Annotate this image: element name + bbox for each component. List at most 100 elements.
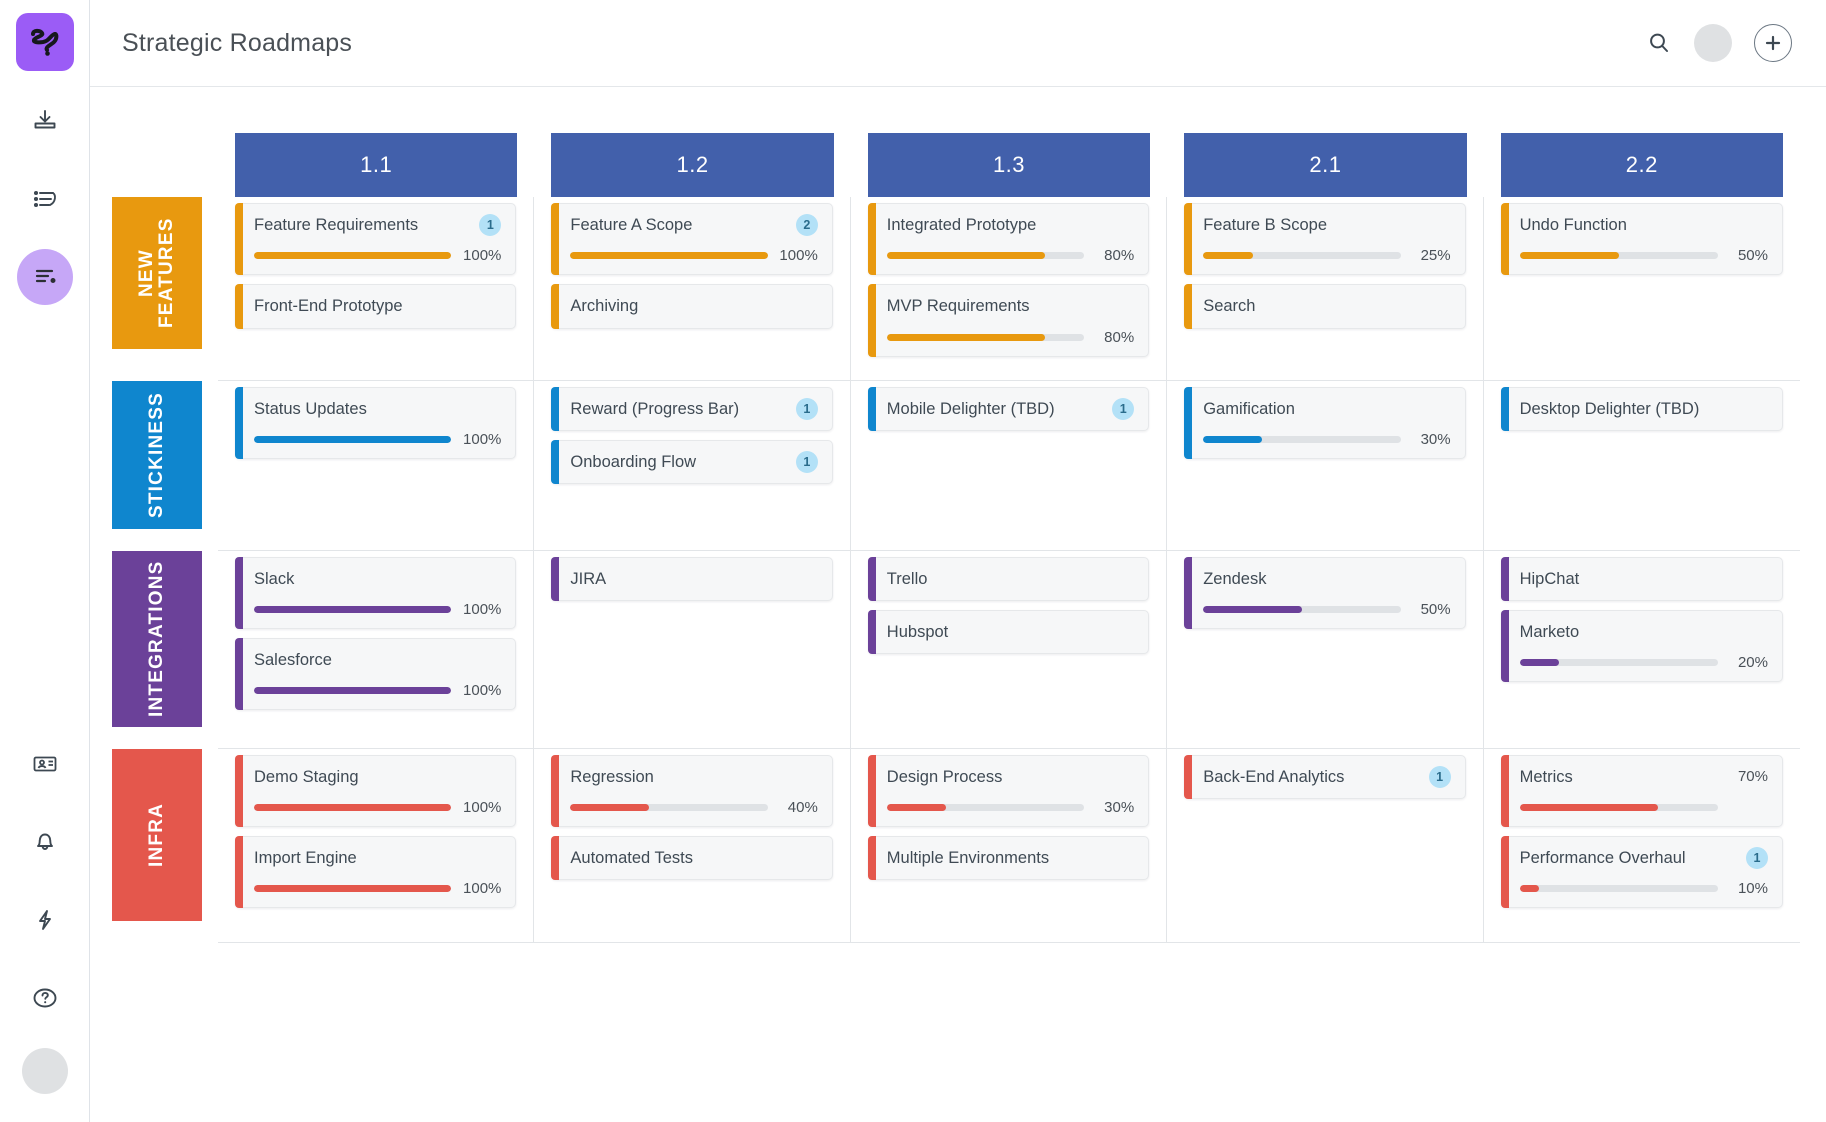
import-icon[interactable] [17,93,73,149]
roadmap-card[interactable]: Mobile Delighter (TBD) 1 [867,386,1150,431]
card-title-row: Onboarding Flow 1 [570,450,818,473]
roadmap-card[interactable]: Feature A Scope 2 100% [551,203,833,276]
card-progress-percent: 80% [1104,328,1135,346]
roadmap-card[interactable]: Archiving [551,284,833,329]
search-icon[interactable] [1646,30,1672,56]
card-title: Undo Function [1519,216,1627,234]
progress-track [1519,803,1718,811]
roadmap-card[interactable]: Regression 40% [551,754,833,827]
card-progress-percent: 30% [1420,430,1451,448]
card-count-badge[interactable]: 1 [795,397,818,420]
card-title: Automated Tests [570,848,693,867]
card-title: HipChat [1519,569,1580,588]
card-progress-percent: 100% [463,798,502,816]
roadmap-card[interactable]: MVP Requirements 80% [867,284,1150,357]
roadmap-card[interactable]: Gamification 30% [1184,386,1466,459]
card-title: Feature Requirements [254,216,419,234]
left-rail [0,0,90,1122]
card-count-badge[interactable]: 1 [1112,397,1135,420]
roadmap-card[interactable]: Demo Staging 100% [235,754,517,827]
card-title-row: Front-End Prototype [254,295,501,317]
version-header-1.2[interactable]: 1.2 [551,133,834,197]
bell-icon[interactable] [17,814,73,870]
version-header-2.1[interactable]: 2.1 [1184,133,1467,197]
card-title: Design Process [886,767,1003,786]
card-count-badge[interactable]: 1 [1428,765,1451,788]
card-count-badge[interactable]: 2 [795,214,818,237]
roadmap-card[interactable]: Onboarding Flow 1 [551,439,833,485]
roadmap-card[interactable]: Multiple Environments [867,835,1150,881]
lane-cell: Feature B Scope 25% Search [1167,197,1484,381]
progress-track [1203,252,1401,260]
avatar[interactable] [21,1048,68,1094]
card-progress-row: 50% [1203,601,1451,618]
version-header-2.2[interactable]: 2.2 [1500,133,1783,197]
card-accent-bar [867,835,876,881]
roadmap-card[interactable]: Automated Tests [551,835,833,881]
lane-label-new-features[interactable]: NEW FEATURES [112,197,202,349]
roadmap-card[interactable]: Performance Overhaul 1 10% [1500,835,1783,909]
card-progress-percent: 100% [463,880,502,898]
card-count-badge[interactable]: 1 [795,450,818,473]
card-title-row: Search [1203,295,1450,317]
contact-card-icon[interactable] [17,736,73,792]
lightning-icon[interactable] [17,892,73,948]
roadmap-card[interactable]: Metrics 70% 70% [1500,754,1783,827]
roadmap-card[interactable]: Feature B Scope 25% [1184,203,1466,276]
roadmap-card[interactable]: Marketo 20% [1500,609,1783,683]
card-progress-percent: 100% [463,430,502,448]
card-title-row: Feature A Scope 2 [570,214,818,237]
card-title-row: Status Updates [254,398,501,420]
roadmap-card[interactable]: HipChat [1500,556,1783,601]
card-accent-bar [1184,754,1193,799]
progress-track [1203,435,1401,443]
app-header: Strategic Roadmaps [90,0,1826,87]
card-progress-row: 40% [570,799,818,816]
card-accent-bar [1184,556,1193,629]
lane-cell: Trello Hubspot [850,550,1168,749]
card-title: MVP Requirements [886,297,1030,316]
roadmap-card[interactable]: Front-End Prototype [235,284,517,329]
card-title: Status Updates [254,399,367,418]
roadmap-card[interactable]: JIRA [551,556,833,601]
lane-cell: Feature Requirements 1 100% Front-End Proto… [218,197,535,381]
progress-fill [570,803,650,811]
card-title-row: Desktop Delighter (TBD) [1520,398,1768,420]
help-circle-icon[interactable] [17,970,73,1026]
card-title-row: MVP Requirements [887,295,1134,317]
roadmap-card[interactable]: Zendesk 50% [1184,556,1466,629]
roadmap-card[interactable]: Import Engine 100% [235,835,517,909]
roadmap-card[interactable]: Design Process 30% [867,754,1150,827]
logo-squiggle-icon[interactable] [15,13,74,71]
roadmap-card[interactable]: Status Updates 100% [235,386,517,459]
roadmap-card[interactable]: Integrated Prototype 80% [867,203,1150,276]
list-arrow-icon[interactable] [17,171,73,227]
card-title: Search [1203,297,1256,316]
lane-label-stickiness[interactable]: STICKINESS [112,380,202,529]
card-count-badge[interactable]: 1 [1745,846,1768,869]
version-header-1.3[interactable]: 1.3 [867,133,1151,197]
version-header-1.1[interactable]: 1.1 [235,133,518,197]
roadmap-card[interactable]: Salesforce 100% [235,637,517,711]
roadmap-card[interactable]: Undo Function 50% [1500,203,1783,276]
sidebar-item-roadmaps[interactable] [16,249,73,305]
progress-fill [1203,252,1253,260]
roadmap-card[interactable]: Back-End Analytics 1 [1184,754,1466,799]
add-button[interactable] [1754,24,1792,62]
lane-cell: Reward (Progress Bar) 1 Onboarding Flow 1 [534,380,851,551]
version-header-cell: 2.1 [1167,87,1483,197]
roadmap-card[interactable]: Trello [867,556,1150,601]
roadmap-card[interactable]: Slack 100% [235,556,517,629]
roadmap-card[interactable]: Feature Requirements 1 100% [235,203,517,276]
card-count-badge[interactable]: 1 [479,214,502,237]
roadmap-card[interactable]: Hubspot [867,609,1150,655]
roadmap-card[interactable]: Search [1184,284,1466,329]
roadmap-card[interactable]: Reward (Progress Bar) 1 [551,386,833,431]
card-accent-bar [1184,386,1193,459]
lane-label-infra[interactable]: INFRA [112,748,202,921]
roadmap-card[interactable]: Desktop Delighter (TBD) [1500,386,1783,431]
card-progress-row: 100% [254,247,501,264]
card-title-row: HipChat [1520,568,1768,590]
lane-label-integrations[interactable]: INTEGRATIONS [112,550,202,727]
header-avatar[interactable] [1694,24,1732,62]
